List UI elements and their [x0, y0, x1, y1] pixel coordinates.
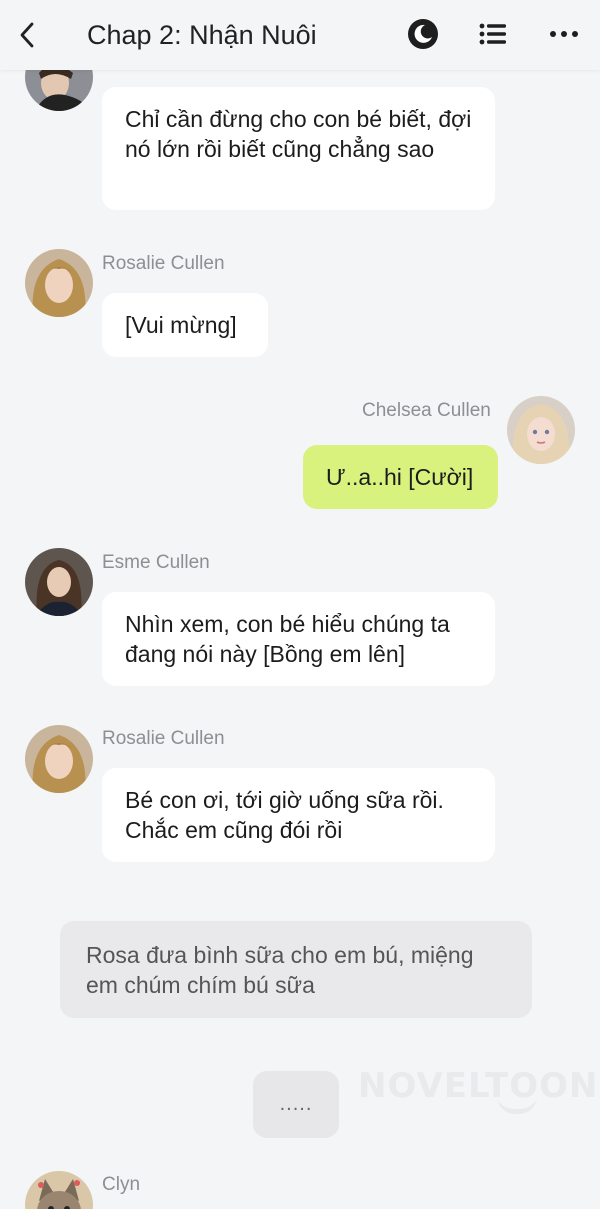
watermark-smile-icon	[497, 1096, 537, 1114]
sender-name: Rosalie Cullen	[102, 253, 225, 274]
sender-name: Chelsea Cullen	[362, 400, 491, 421]
sender-name: Esme Cullen	[102, 552, 210, 573]
avatar-chelsea[interactable]	[507, 396, 575, 464]
noveltoon-watermark: NOVELTOON	[358, 1066, 599, 1106]
message-bubble: [Vui mừng]	[102, 293, 268, 357]
moon-icon	[408, 19, 438, 49]
sender-name: Rosalie Cullen	[102, 728, 225, 749]
character-portrait-icon	[507, 396, 575, 464]
avatar-rosalie[interactable]	[25, 725, 93, 793]
sender-name: Clyn	[102, 1174, 141, 1195]
message-bubble: Chỉ cần đừng cho con bé biết, đợi nó lớn…	[102, 87, 495, 210]
more-icon	[550, 31, 578, 37]
character-portrait-icon	[25, 249, 93, 317]
avatar-esme[interactable]	[25, 548, 93, 616]
more-button[interactable]	[546, 16, 582, 52]
message-bubble: Nhìn xem, con bé hiểu chúng ta đang nói …	[102, 592, 495, 686]
character-portrait-icon	[25, 725, 93, 793]
message-bubble: Bé con ơi, tới giờ uống sữa rồi. Chắc em…	[102, 768, 495, 862]
typing-indicator: .....	[253, 1071, 339, 1138]
cat-portrait-icon	[25, 1171, 93, 1209]
top-bar: Chap 2: Nhận Nuôi	[0, 0, 600, 70]
avatar-rosalie[interactable]	[25, 249, 93, 317]
character-portrait-icon	[25, 548, 93, 616]
list-icon	[479, 23, 506, 45]
chapter-title: Chap 2: Nhận Nuôi	[87, 20, 317, 50]
chevron-left-icon	[20, 22, 34, 48]
avatar-clyn[interactable]	[25, 1171, 93, 1209]
chapter-list-button[interactable]	[475, 16, 511, 52]
back-button[interactable]	[12, 18, 42, 52]
narration-box: Rosa đưa bình sữa cho em bú, miệng em ch…	[60, 921, 532, 1018]
message-bubble-mine: Ư..a..hi [Cười]	[303, 445, 498, 509]
night-mode-button[interactable]	[405, 16, 441, 52]
